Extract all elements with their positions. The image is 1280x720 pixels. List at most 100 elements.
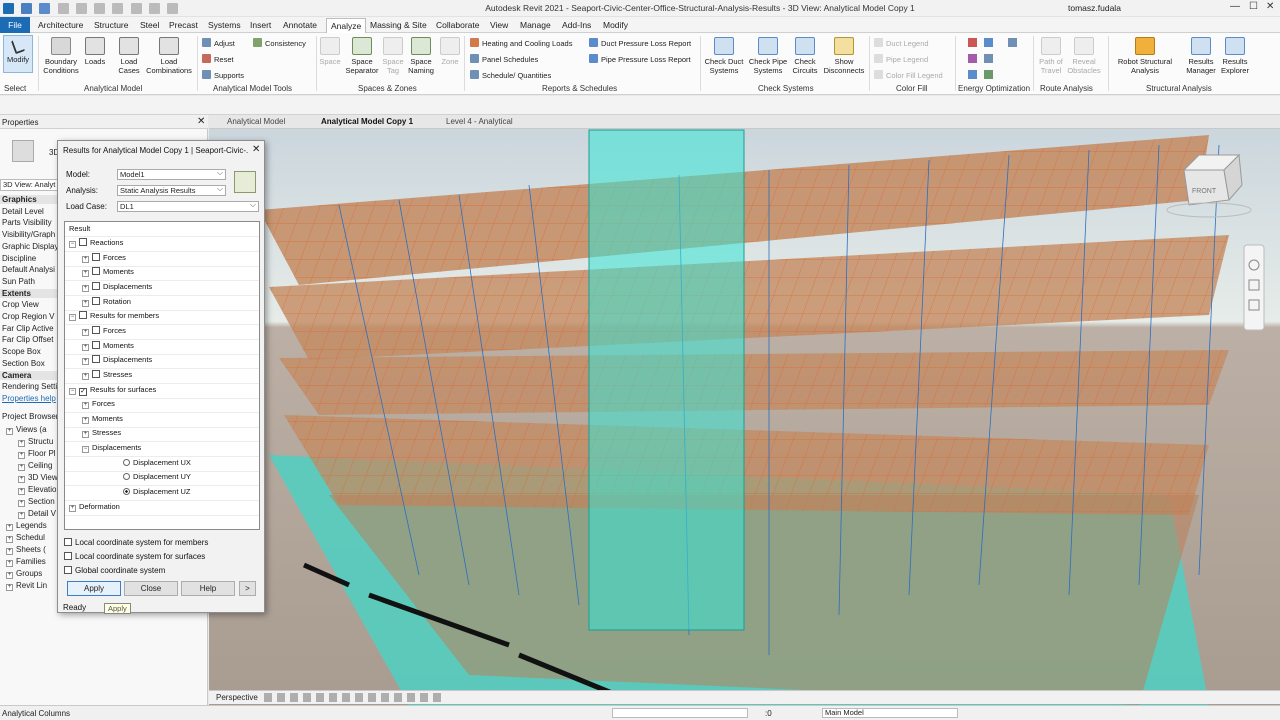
load-case-select[interactable]: DL1 (117, 200, 259, 212)
tab-add-ins[interactable]: Add-Ins (562, 20, 591, 30)
tree-item[interactable]: Displacement UX (123, 457, 191, 470)
show-disconnects-button[interactable]: Show Disconnects (821, 37, 867, 75)
view-tab-level-4-analytical[interactable]: Level 4 - Analytical (446, 117, 513, 126)
tab-collaborate[interactable]: Collaborate (436, 20, 479, 30)
tab-insert[interactable]: Insert (250, 20, 271, 30)
browser-item[interactable]: + Floor Pl (18, 449, 56, 459)
minimize-icon[interactable]: — (1230, 1, 1240, 12)
properties-help-link[interactable]: Properties help (2, 394, 56, 403)
collapse-icon[interactable]: − (69, 314, 76, 322)
expand-icon[interactable]: + (82, 284, 89, 292)
tab-massing-site[interactable]: Massing & Site (370, 20, 427, 30)
reveal-obstacles-button[interactable]: Reveal Obstacles (1067, 37, 1101, 75)
check-duct-button[interactable]: Check Duct Systems (702, 37, 746, 75)
help-button[interactable]: Help (181, 581, 235, 596)
tree-item[interactable]: − Reactions (69, 237, 123, 250)
expand-icon[interactable]: + (69, 504, 76, 512)
space-tag-button[interactable]: Space Tag (381, 37, 405, 75)
load-combinations-button[interactable]: Load Combinations (144, 37, 194, 75)
analyze-icon[interactable] (968, 70, 977, 79)
optimize-icon[interactable] (984, 54, 993, 63)
tab-structure[interactable]: Structure (94, 20, 129, 30)
apply-button[interactable]: Apply (67, 581, 121, 596)
tab-steel[interactable]: Steel (140, 20, 159, 30)
property-row[interactable]: Scope Box (2, 347, 41, 356)
tree-item[interactable]: − ✓ Results for surfaces (69, 384, 156, 397)
browser-item[interactable]: + Detail V (18, 509, 56, 519)
tab-annotate[interactable]: Annotate (283, 20, 317, 30)
3d-viewport[interactable]: FRONT (209, 115, 1280, 705)
model-select[interactable]: Model1 (117, 168, 226, 180)
color-fill-legend-button[interactable]: Color Fill Legend (874, 70, 943, 80)
tree-checkbox[interactable] (92, 252, 100, 261)
consistency-button[interactable]: Consistency (253, 38, 306, 48)
browser-item[interactable]: + Elevatio (18, 485, 56, 495)
property-row[interactable]: Far Clip Offset (2, 335, 53, 344)
expand-icon[interactable]: + (18, 500, 25, 507)
view-selector[interactable]: 3D View: Analyt (0, 179, 60, 191)
pipe-pressure-button[interactable]: Pipe Pressure Loss Report (589, 54, 691, 64)
view-tab-analytical-model[interactable]: Analytical Model (227, 117, 285, 126)
property-row[interactable]: Discipline (2, 254, 36, 263)
close-properties-icon[interactable]: ✕ (197, 116, 205, 127)
energy-model-icon[interactable] (984, 38, 993, 47)
browser-item[interactable]: + Revit Lin (6, 581, 47, 591)
expand-icon[interactable]: + (18, 476, 25, 483)
expand-icon[interactable]: + (6, 524, 13, 531)
3d-view-icon[interactable] (167, 3, 179, 14)
browser-item[interactable]: + Sheets ( (6, 545, 46, 555)
generate-icon[interactable] (968, 54, 977, 63)
workset-select[interactable] (612, 708, 748, 718)
tree-item[interactable]: + Deformation (69, 501, 120, 514)
opt-members-row[interactable]: Local coordinate system for members (64, 538, 208, 547)
revit-logo-icon[interactable] (3, 3, 14, 14)
browser-item[interactable]: + Schedul (6, 533, 45, 543)
tree-item[interactable]: Displacement UZ (123, 486, 191, 499)
tree-checkbox[interactable]: ✓ (79, 387, 87, 396)
space-naming-button[interactable]: Space Naming (406, 37, 436, 75)
browser-item[interactable]: + Structu (18, 437, 53, 447)
browser-item[interactable]: + Views (a (6, 425, 47, 435)
view-control-icons[interactable] (264, 693, 444, 702)
opt-global-row[interactable]: Global coordinate system (64, 566, 165, 575)
browser-item[interactable]: + Groups (6, 569, 42, 579)
opt-global-checkbox[interactable] (64, 566, 72, 574)
browser-item[interactable]: + Legends (6, 521, 47, 531)
tree-checkbox[interactable] (92, 369, 100, 378)
reset-button[interactable]: Reset (202, 54, 234, 64)
undo-icon[interactable] (75, 3, 87, 14)
save-icon[interactable] (39, 3, 51, 14)
tree-checkbox[interactable] (79, 238, 87, 246)
expand-icon[interactable]: + (18, 440, 25, 447)
dialog-close-icon[interactable]: ✕ (252, 144, 260, 155)
expand-icon[interactable]: + (6, 572, 13, 579)
check-pipe-button[interactable]: Check Pipe Systems (746, 37, 790, 75)
property-group-header[interactable]: Extents (0, 288, 58, 298)
expand-icon[interactable]: + (6, 560, 13, 567)
tree-radio[interactable] (123, 458, 130, 466)
adjust-button[interactable]: Adjust (202, 38, 235, 48)
expand-icon[interactable]: + (6, 584, 13, 591)
panel-schedules-button[interactable]: Panel Schedules (470, 54, 538, 64)
tree-item[interactable]: + Rotation (82, 296, 131, 309)
tree-checkbox[interactable] (92, 325, 100, 334)
supports-button[interactable]: Supports (202, 70, 244, 80)
zone-button[interactable]: Zone (439, 37, 461, 66)
pipe-legend-button[interactable]: Pipe Legend (874, 54, 928, 64)
browser-item[interactable]: +3D View (18, 473, 58, 483)
tree-item[interactable]: + Displacements (82, 354, 152, 367)
expand-icon[interactable]: + (82, 372, 89, 380)
structural-model-canvas[interactable]: FRONT (209, 115, 1280, 705)
heating-cooling-button[interactable]: Heating and Cooling Loads (470, 38, 572, 48)
boundary-conditions-button[interactable]: Boundary Conditions (42, 37, 80, 75)
close-button[interactable]: Close (124, 581, 178, 596)
tree-item[interactable]: Displacement UY (123, 471, 191, 484)
print-icon[interactable] (112, 3, 124, 14)
redo-icon[interactable] (94, 3, 106, 14)
tree-item[interactable]: − Displacements (82, 442, 141, 455)
tab-architecture[interactable]: Architecture (38, 20, 83, 30)
view-tab-analytical-model-copy-1[interactable]: Analytical Model Copy 1 (321, 117, 413, 126)
tree-item[interactable]: + Moments (82, 266, 134, 279)
tree-checkbox[interactable] (92, 340, 100, 349)
results-manager-button[interactable]: Results Manager (1184, 37, 1218, 75)
